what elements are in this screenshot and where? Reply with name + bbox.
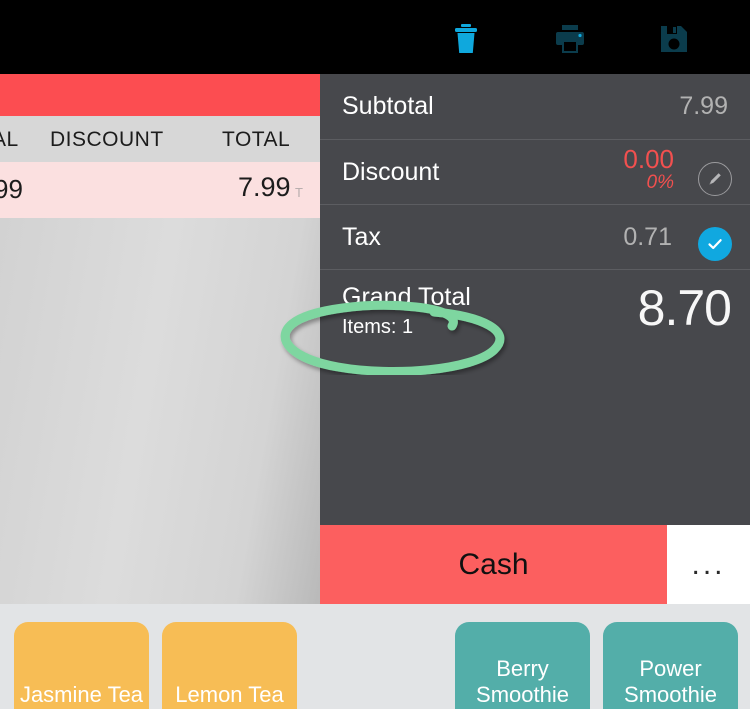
cart-column-headers: AL DISCOUNT TOTAL [0,116,320,162]
tax-label: Tax [342,223,381,251]
discount-amount: 0.00 [623,144,674,174]
discount-label: Discount [342,158,440,186]
grand-total-value: 8.70 [637,280,732,336]
pencil-icon[interactable] [698,162,732,196]
grand-total-label: Grand Total [342,283,471,311]
pos-app-screen: AL DISCOUNT TOTAL 99 7.99 T Subtotal 7.9… [0,0,750,709]
cart-panel: AL DISCOUNT TOTAL 99 7.99 T [0,74,320,604]
totals-panel: Subtotal 7.99 Discount 0.00 0% Tax 0.71 [320,74,750,525]
subtotal-label: Subtotal [342,92,434,120]
print-icon[interactable] [553,22,587,56]
tax-row: Tax 0.71 [320,204,750,270]
column-header-total: TOTAL [222,128,291,151]
product-button-jasmine-tea[interactable]: Jasmine Tea [14,622,149,709]
cart-item-amount-fragment: 99 [0,174,23,204]
check-icon[interactable] [698,227,732,261]
cart-line-item-row[interactable]: 99 7.99 T [0,162,320,218]
discount-row: Discount 0.00 0% [320,139,750,205]
more-payment-options-button[interactable]: ... [667,525,750,604]
grand-total-row: Grand Total Items: 1 8.70 [320,269,750,355]
cash-button[interactable]: Cash [320,525,667,604]
subtotal-row: Subtotal 7.99 [320,74,750,139]
payment-bar: Cash ... [320,525,750,604]
product-button-power-smoothie[interactable]: Power Smoothie [603,622,738,709]
items-count-label: Items: 1 [342,316,414,338]
cart-item-total: 7.99 [238,172,291,202]
product-button-strip: Jasmine Tea Lemon Tea Berry Smoothie Pow… [0,604,750,709]
cart-red-bar [0,74,320,116]
discount-values: 0.00 0% [623,146,674,192]
trash-icon[interactable] [449,22,483,56]
product-button-berry-smoothie[interactable]: Berry Smoothie [455,622,590,709]
cart-empty-area [0,218,320,604]
cart-item-tax-flag: T [295,185,303,200]
top-toolbar [0,0,750,74]
product-button-lemon-tea[interactable]: Lemon Tea [162,622,297,709]
column-header-discount: DISCOUNT [50,128,164,151]
column-header-al: AL [0,128,19,151]
discount-percent: 0% [646,172,674,193]
subtotal-value: 7.99 [679,92,728,120]
save-icon[interactable] [657,22,691,56]
tax-value: 0.71 [623,223,672,251]
